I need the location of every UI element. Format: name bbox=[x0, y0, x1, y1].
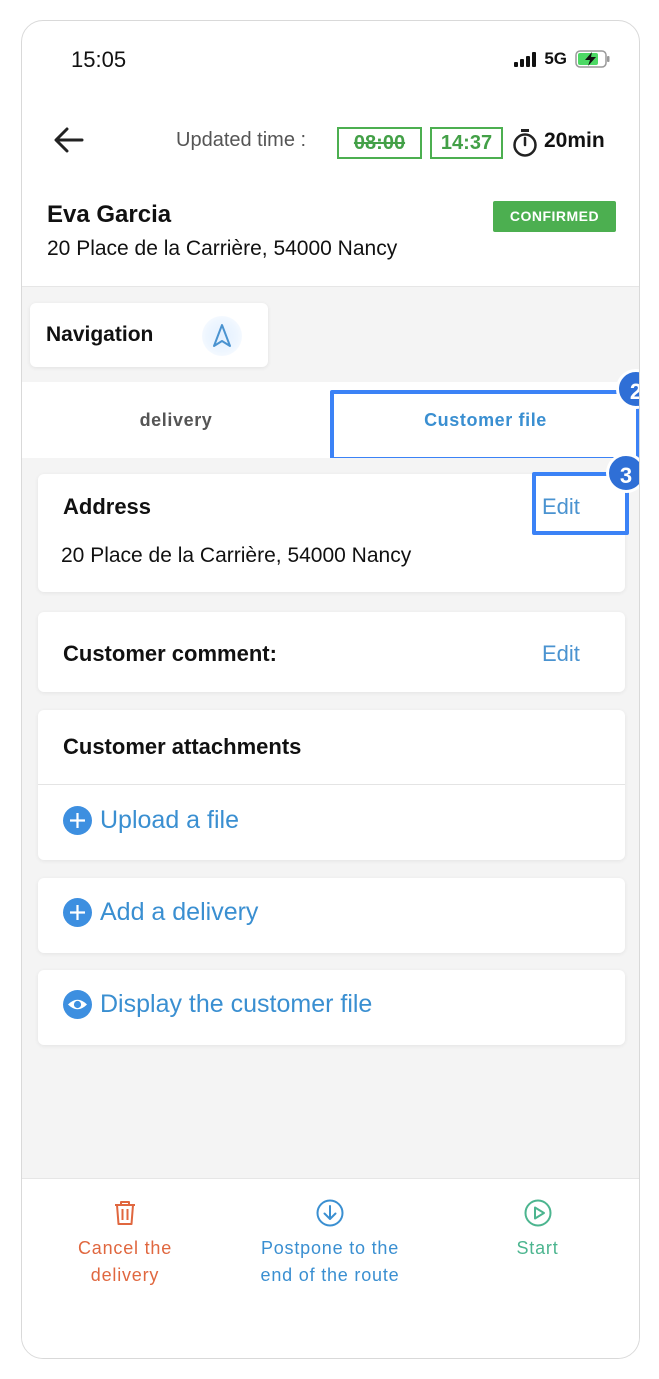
postpone-button[interactable]: Postpone to the end of the route bbox=[240, 1199, 420, 1289]
battery-icon bbox=[575, 50, 610, 68]
bottom-action-bar: Cancel the delivery Postpone to the end … bbox=[22, 1178, 639, 1358]
status-indicators: 5G bbox=[514, 49, 611, 69]
plus-circle-icon bbox=[63, 806, 92, 835]
plus-circle-icon bbox=[63, 898, 92, 927]
tab-bar: delivery Customer file bbox=[22, 382, 639, 458]
signal-icon bbox=[514, 51, 537, 67]
updated-time: 14:37 bbox=[430, 127, 503, 159]
trash-icon bbox=[115, 1201, 135, 1225]
start-button[interactable]: Start bbox=[490, 1199, 585, 1262]
customer-comment-edit-link[interactable]: Edit bbox=[542, 641, 580, 667]
status-badge: CONFIRMED bbox=[493, 201, 616, 232]
duration: 20min bbox=[544, 129, 605, 152]
divider bbox=[38, 784, 625, 785]
navigation-icon-bg bbox=[202, 316, 242, 356]
cancel-label-line1: Cancel the bbox=[77, 1238, 173, 1258]
eye-icon bbox=[63, 990, 92, 1019]
network-type: 5G bbox=[544, 49, 567, 68]
address-title: Address bbox=[63, 494, 152, 519]
play-circle-icon bbox=[524, 1199, 551, 1227]
tab-delivery[interactable]: delivery bbox=[22, 382, 330, 458]
customer-address: 20 Place de la Carrière, 54000 Nancy bbox=[47, 237, 398, 260]
start-label: Start bbox=[516, 1238, 559, 1258]
arrow-down-circle-icon bbox=[316, 1199, 344, 1227]
back-arrow-icon[interactable] bbox=[52, 123, 86, 157]
customer-attachments-title: Customer attachments bbox=[63, 734, 302, 759]
customer-file-content: Address Edit 20 Place de la Carrière, 54… bbox=[22, 458, 639, 1178]
upload-file-label: Upload a file bbox=[100, 806, 239, 834]
address-value: 20 Place de la Carrière, 54000 Nancy bbox=[61, 544, 412, 567]
customer-comment-title: Customer comment: bbox=[63, 641, 277, 666]
upload-file-button[interactable]: Upload a file bbox=[63, 806, 239, 835]
display-customer-file-label: Display the customer file bbox=[100, 990, 373, 1018]
updated-time-label: Updated time : bbox=[176, 129, 307, 151]
add-delivery-label: Add a delivery bbox=[100, 898, 259, 926]
navigation-arrow-icon bbox=[213, 324, 231, 347]
customer-comment-card: Customer comment: Edit bbox=[38, 612, 625, 692]
original-time: 08:00 bbox=[337, 127, 422, 159]
navigation-label: Navigation bbox=[46, 323, 154, 346]
cancel-delivery-button[interactable]: Cancel the delivery bbox=[60, 1199, 190, 1289]
add-delivery-button[interactable]: Add a delivery bbox=[63, 898, 258, 927]
add-delivery-card: Add a delivery bbox=[38, 878, 625, 953]
display-customer-file-button[interactable]: Display the customer file bbox=[63, 990, 372, 1019]
display-file-card: Display the customer file bbox=[38, 970, 625, 1045]
postpone-label-line1: Postpone to the bbox=[260, 1238, 400, 1258]
postpone-label-line2: end of the route bbox=[260, 1265, 400, 1285]
cancel-label-line2: delivery bbox=[90, 1265, 160, 1285]
stopwatch-icon bbox=[513, 129, 537, 157]
phone-frame: 15:05 5G Updated time : 08:00 14:37 20mi… bbox=[21, 20, 640, 1359]
annotation-marker-3: 3 bbox=[606, 453, 639, 493]
customer-name: Eva Garcia bbox=[47, 201, 172, 228]
tab-customer-file[interactable]: Customer file bbox=[330, 382, 639, 458]
address-edit-link[interactable]: Edit bbox=[542, 494, 580, 520]
address-card: Address Edit 20 Place de la Carrière, 54… bbox=[38, 474, 625, 592]
status-time: 15:05 bbox=[71, 47, 127, 72]
navigation-button[interactable]: Navigation bbox=[30, 303, 268, 367]
customer-attachments-card: Customer attachments Upload a file bbox=[38, 710, 625, 860]
